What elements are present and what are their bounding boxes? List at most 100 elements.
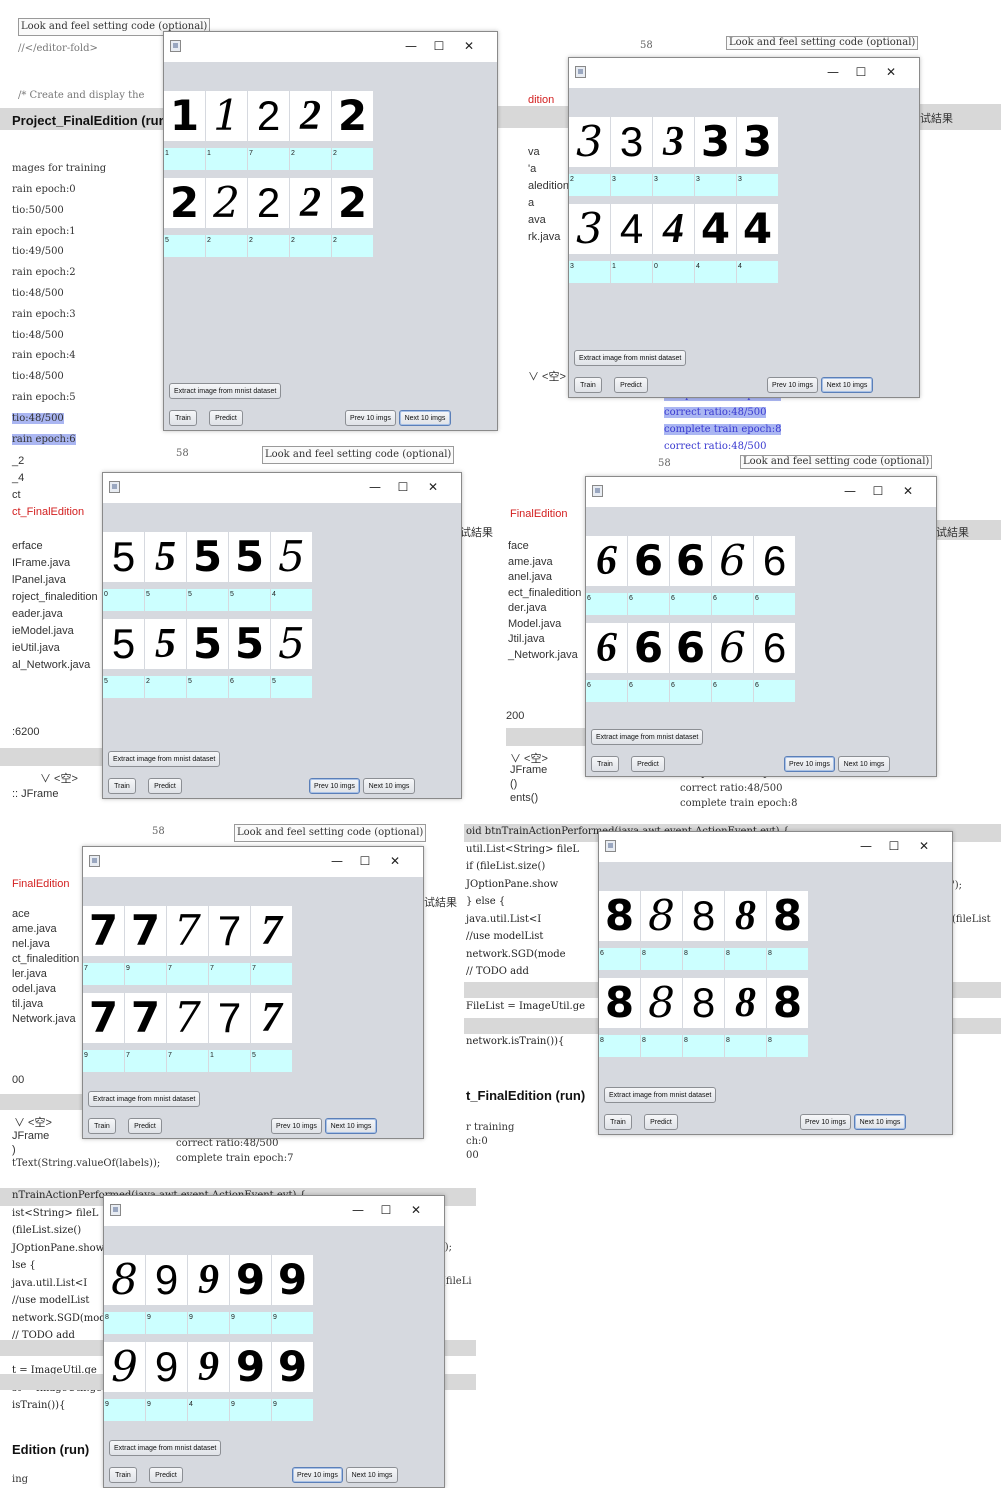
maximize-icon[interactable]: ☐ bbox=[883, 836, 905, 856]
prediction-label: 8 bbox=[725, 1035, 766, 1057]
next-10-images-button[interactable]: Next 10 imgs bbox=[821, 377, 873, 393]
next-10-images-button[interactable]: Next 10 imgs bbox=[399, 410, 451, 426]
mnist-viewer-window[interactable]: — ☐ ✕ 8 8 8 8 8 6 8 8 8 8 8 8 8 8 8 8 8 8 8 8 Extract image fro… bbox=[598, 831, 953, 1135]
digit-glyph: 5 bbox=[155, 621, 176, 667]
train-button[interactable]: Train bbox=[109, 1467, 137, 1483]
minimize-icon[interactable]: — bbox=[855, 836, 877, 856]
close-icon[interactable]: ✕ bbox=[458, 36, 480, 56]
leftfiles-line: erface bbox=[12, 540, 43, 552]
next-10-images-button[interactable]: Next 10 imgs bbox=[325, 1118, 377, 1134]
digit-image: 2 bbox=[248, 178, 289, 228]
window-titlebar[interactable]: — ☐ ✕ bbox=[104, 1196, 444, 1226]
next-10-images-button[interactable]: Next 10 imgs bbox=[363, 778, 415, 794]
settext-line: tText(String.valueOf(labels)); bbox=[12, 1158, 161, 1169]
prev-10-images-button[interactable]: Prev 10 imgs bbox=[292, 1467, 343, 1483]
next-10-images-button[interactable]: Next 10 imgs bbox=[838, 756, 890, 772]
prev-10-images-button[interactable]: Prev 10 imgs bbox=[309, 778, 360, 794]
prediction-label: 5 bbox=[271, 676, 312, 698]
minimize-icon[interactable]: — bbox=[347, 1200, 369, 1220]
minimize-icon[interactable]: — bbox=[839, 481, 861, 501]
code-r-right-2: (fileList bbox=[952, 914, 991, 925]
predict-button[interactable]: Predict bbox=[148, 778, 182, 794]
maximize-icon[interactable]: ☐ bbox=[867, 481, 889, 501]
maximize-icon[interactable]: ☐ bbox=[428, 36, 450, 56]
java-app-icon bbox=[605, 840, 616, 852]
extract-mnist-button[interactable]: Extract image from mnist dataset bbox=[109, 1440, 222, 1456]
close-icon[interactable]: ✕ bbox=[897, 481, 919, 501]
window-titlebar[interactable]: — ☐ ✕ bbox=[83, 847, 423, 877]
prev-10-images-button[interactable]: Prev 10 imgs bbox=[767, 377, 818, 393]
close-icon[interactable]: ✕ bbox=[405, 1200, 427, 1220]
digit-image: 5 bbox=[271, 619, 312, 669]
mnist-viewer-window[interactable]: — ☐ ✕ 5 5 5 5 5 0 5 5 5 4 5 5 5 5 5 5 2 5 6 5 Extract image fro… bbox=[102, 472, 462, 799]
leftfiles2-line: ler.java bbox=[12, 968, 47, 980]
digit-image: 8 bbox=[599, 891, 640, 941]
predict-button[interactable]: Predict bbox=[209, 410, 243, 426]
maximize-icon[interactable]: ☐ bbox=[354, 851, 376, 871]
extract-mnist-button[interactable]: Extract image from mnist dataset bbox=[604, 1087, 717, 1103]
train-button[interactable]: Train bbox=[108, 778, 136, 794]
minimize-icon[interactable]: — bbox=[326, 851, 348, 871]
digit-glyph: 6 bbox=[675, 623, 706, 672]
mnist-viewer-window[interactable]: — ☐ ✕ 1 1 2 2 2 1 1 7 2 2 2 2 2 2 2 5 2 2 2 2 Extract image fro… bbox=[163, 31, 498, 431]
window-titlebar[interactable]: — ☐ ✕ bbox=[586, 477, 936, 507]
next-10-images-button[interactable]: Next 10 imgs bbox=[854, 1114, 906, 1130]
extract-mnist-button[interactable]: Extract image from mnist dataset bbox=[88, 1091, 201, 1107]
close-icon[interactable]: ✕ bbox=[880, 62, 902, 82]
mnist-viewer-window[interactable]: — ☐ ✕ 3 3 3 3 3 2 3 3 3 3 3 4 4 4 4 3 1 0 4 4 Extract image fro… bbox=[568, 57, 920, 398]
window-titlebar[interactable]: — ☐ ✕ bbox=[164, 32, 497, 62]
train-button[interactable]: Train bbox=[604, 1114, 632, 1130]
prediction-label: 8 bbox=[767, 1035, 808, 1057]
prev-10-images-button[interactable]: Prev 10 imgs bbox=[784, 756, 835, 772]
window-titlebar[interactable]: — ☐ ✕ bbox=[103, 473, 461, 503]
console-l3-line: complete train epoch:7 bbox=[176, 1153, 294, 1164]
predict-button[interactable]: Predict bbox=[128, 1118, 162, 1134]
minimize-icon[interactable]: — bbox=[364, 477, 386, 497]
digit-image: 2 bbox=[332, 91, 373, 141]
prev-10-images-button[interactable]: Prev 10 imgs bbox=[345, 410, 396, 426]
digit-image: 2 bbox=[164, 178, 205, 228]
look-feel-fold-3: Look and feel setting code (optional) bbox=[234, 824, 427, 842]
digit-image: 8 bbox=[725, 978, 766, 1028]
predict-button[interactable]: Predict bbox=[614, 377, 648, 393]
mnist-viewer-window[interactable]: — ☐ ✕ 7 7 7 7 7 7 9 7 7 7 7 7 7 7 7 9 7 7 1 5 Extract image fro… bbox=[82, 846, 424, 1139]
next-10-images-button[interactable]: Next 10 imgs bbox=[346, 1467, 398, 1483]
digit-image: 3 bbox=[695, 117, 736, 167]
digit-image: 9 bbox=[230, 1255, 271, 1305]
maximize-icon[interactable]: ☐ bbox=[392, 477, 414, 497]
prediction-label: 8 bbox=[641, 1035, 682, 1057]
close-icon[interactable]: ✕ bbox=[384, 851, 406, 871]
extract-mnist-button[interactable]: Extract image from mnist dataset bbox=[574, 350, 687, 366]
close-icon[interactable]: ✕ bbox=[913, 836, 935, 856]
train-button[interactable]: Train bbox=[169, 410, 197, 426]
images-training: mages for training bbox=[12, 163, 107, 174]
window-titlebar[interactable]: — ☐ ✕ bbox=[569, 58, 919, 88]
mnist-viewer-window[interactable]: — ☐ ✕ 8 9 9 9 9 8 9 9 9 9 9 9 9 9 9 9 9 4 9 9 Extract image fro… bbox=[103, 1195, 445, 1488]
train-button[interactable]: Train bbox=[574, 377, 602, 393]
minimize-icon[interactable]: — bbox=[400, 36, 422, 56]
extract-mnist-button[interactable]: Extract image from mnist dataset bbox=[169, 383, 282, 399]
java-app-icon bbox=[110, 1204, 121, 1216]
window-titlebar[interactable]: — ☐ ✕ bbox=[599, 832, 952, 862]
prev-10-images-button[interactable]: Prev 10 imgs bbox=[800, 1114, 851, 1130]
extract-mnist-button[interactable]: Extract image from mnist dataset bbox=[591, 729, 704, 745]
prev-10-images-button[interactable]: Prev 10 imgs bbox=[271, 1118, 322, 1134]
predict-button[interactable]: Predict bbox=[149, 1467, 183, 1483]
train-button[interactable]: Train bbox=[88, 1118, 116, 1134]
prediction-label: 9 bbox=[104, 1399, 145, 1421]
extract-mnist-button[interactable]: Extract image from mnist dataset bbox=[108, 751, 221, 767]
mnist-viewer-window[interactable]: — ☐ ✕ 6 6 6 6 6 6 6 6 6 6 6 6 6 6 6 6 6 6 6 6 Extract image fro… bbox=[585, 476, 937, 777]
train-button[interactable]: Train bbox=[591, 756, 619, 772]
maximize-icon[interactable]: ☐ bbox=[850, 62, 872, 82]
jframe-r-line: ents() bbox=[510, 792, 539, 804]
predict-button[interactable]: Predict bbox=[644, 1114, 678, 1130]
minimize-icon[interactable]: — bbox=[822, 62, 844, 82]
prediction-label: 1 bbox=[164, 148, 205, 170]
digit-image: 2 bbox=[248, 91, 289, 141]
digit-image: 3 bbox=[737, 117, 778, 167]
leftfiles2-line: ct_finaledition bbox=[12, 953, 80, 965]
maximize-icon[interactable]: ☐ bbox=[375, 1200, 397, 1220]
predict-button[interactable]: Predict bbox=[631, 756, 665, 772]
left-top-line: ct bbox=[12, 489, 21, 501]
close-icon[interactable]: ✕ bbox=[422, 477, 444, 497]
